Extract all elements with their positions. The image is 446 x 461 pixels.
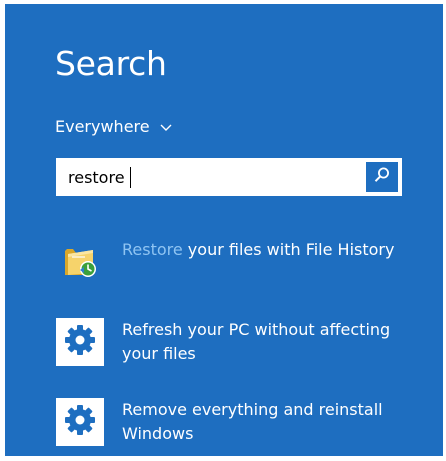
search-charm-panel: Search Everywhere restore Restore your f… [5,4,443,456]
text-caret [130,167,131,188]
search-icon [373,166,391,188]
search-scope-label: Everywhere [55,116,150,136]
search-scope-dropdown[interactable]: Everywhere [55,114,173,138]
result-remove-everything[interactable]: Remove everything and reinstall Windows [56,398,412,446]
chevron-down-icon [159,119,173,133]
gear-icon [63,323,97,361]
result-label-highlight: Restore [122,240,183,259]
result-icon-tile [56,238,104,286]
result-label: Remove everything and reinstall Windows [122,400,383,443]
search-title: Search [55,44,167,83]
gear-icon [63,403,97,441]
result-icon-tile [56,398,104,446]
search-button[interactable] [366,162,398,192]
search-box [56,158,402,196]
result-restore-file-history[interactable]: Restore your files with File History [56,238,412,286]
result-label: Refresh your PC without affecting your f… [122,320,391,363]
file-history-folder-icon [60,240,100,284]
result-label-rest: your files with File History [182,240,395,259]
result-icon-tile [56,318,104,366]
search-input[interactable] [56,158,366,196]
result-refresh-pc[interactable]: Refresh your PC without affecting your f… [56,318,412,366]
result-label: Restore your files with File History [122,238,412,262]
